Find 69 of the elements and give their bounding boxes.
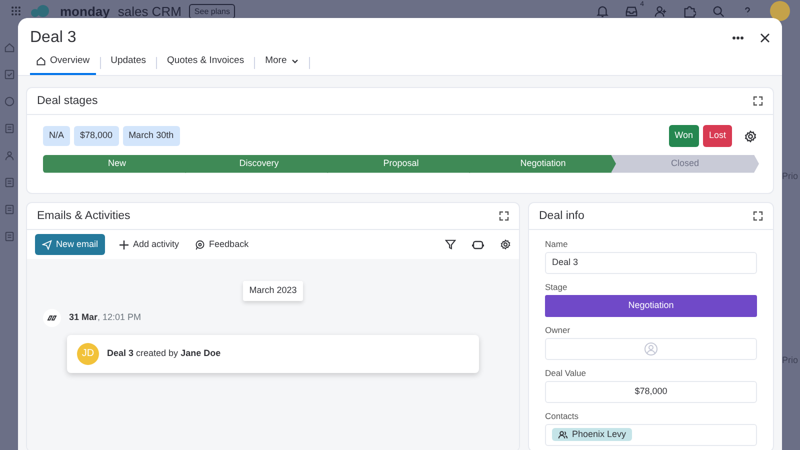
feedback-button[interactable]: Feedback [193,236,251,254]
add-activity-button[interactable]: Add activity [117,236,182,254]
new-email-button[interactable]: New email [35,234,106,256]
tag: $78,000 [74,126,119,146]
puzzle-icon[interactable] [683,4,696,18]
stage-step[interactable]: New [43,154,191,173]
timestamp: 31 Mar, 12:01 PM [69,311,142,324]
stage-step[interactable]: Negotiation [469,154,617,173]
panel-title: Deal stages [37,94,98,108]
person-icon[interactable] [4,150,14,161]
contact-chip[interactable]: Phoenix Levy [552,428,632,442]
status-field[interactable]: Negotiation [545,294,757,317]
checkbox-icon[interactable] [4,69,14,80]
circle-icon[interactable] [4,96,14,107]
list-icon[interactable] [4,204,14,215]
tab[interactable]: More [259,51,305,76]
field-label: Contacts [545,410,580,421]
caret-icon [290,57,299,66]
brand-name: monday [60,4,110,18]
list-icon[interactable] [4,177,14,188]
plus-icon [119,240,130,250]
settings-icon[interactable] [500,239,511,250]
filter-icon[interactable] [445,239,456,250]
panel-title: Emails & Activities [37,208,130,223]
number-field[interactable]: $78,000 [545,380,757,403]
field-label: Owner [545,324,572,335]
field-label: Deal Value [545,368,587,378]
close-icon[interactable] [760,33,770,43]
people-icon [558,430,568,440]
list-icon[interactable] [4,231,14,242]
person-add-icon[interactable] [654,4,667,18]
home-icon[interactable] [4,42,14,53]
expand-icon[interactable] [499,210,509,221]
avatar-icon: JD [77,342,99,365]
person-field[interactable] [545,338,757,360]
document-icon[interactable] [4,123,14,134]
inbox-icon[interactable] [625,5,638,18]
expand-icon[interactable] [753,210,763,221]
tag: March 30th [122,126,180,146]
month-label: March 2023 [243,281,303,301]
activity-text: Deal 3 created by Jane Doe [107,347,221,360]
field-label: Stage [545,282,568,292]
tab[interactable]: Updates [104,51,152,76]
modal-title: Deal 3 [30,29,76,47]
field-label: Name [545,238,569,249]
bell-icon[interactable] [596,4,609,18]
logo-icon [30,4,52,18]
tag: N/A [43,126,70,146]
won-button[interactable]: Won [668,125,699,147]
lost-button[interactable]: Lost [702,125,732,147]
panel-title: Deal info [539,208,584,223]
search-icon[interactable] [712,4,725,18]
stage-step[interactable]: Proposal [327,154,475,173]
expand-icon[interactable] [753,96,763,106]
apps-grid-icon[interactable] [10,5,22,17]
contacts-field[interactable]: Phoenix Levy [545,424,757,446]
stage-step[interactable]: Discovery [185,154,333,173]
robot-icon[interactable] [472,239,484,250]
avatar-icon[interactable] [770,1,790,21]
tab[interactable]: Overview [30,51,96,76]
tab[interactable]: Quotes & Invoices [160,51,250,76]
product-name: sales CRM [118,4,182,18]
settings-icon[interactable] [744,130,757,142]
send-icon [42,240,52,250]
home-icon [36,56,46,66]
text-field[interactable]: Deal 3 [545,252,757,274]
chat-icon [195,240,206,250]
more-options-icon[interactable] [732,36,744,40]
person-icon [644,342,658,356]
